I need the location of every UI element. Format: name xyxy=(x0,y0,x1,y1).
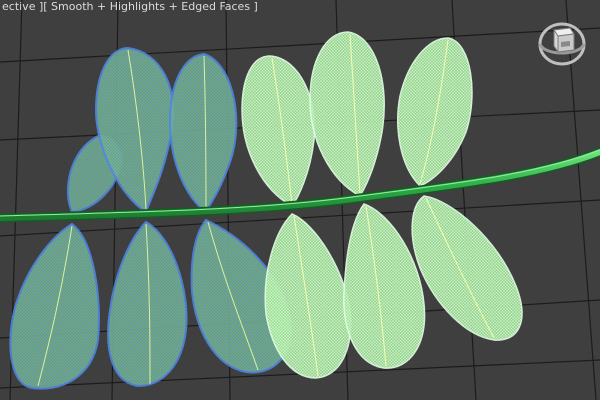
leaf[interactable] xyxy=(309,31,385,197)
viewcube-icon[interactable] xyxy=(536,16,588,68)
perspective-viewport[interactable]: ective ] [ Smooth + Highlights + Edged F… xyxy=(0,0,600,400)
leaf[interactable] xyxy=(168,52,238,214)
viewport-shading-label[interactable]: [ Smooth + Highlights + Edged Faces ] xyxy=(43,0,258,14)
viewport-label[interactable]: ective ] [ Smooth + Highlights + Edged F… xyxy=(2,0,258,14)
scene-canvas[interactable] xyxy=(0,0,600,400)
leaf[interactable] xyxy=(397,37,473,187)
leaf[interactable] xyxy=(9,222,100,390)
leaf[interactable] xyxy=(107,220,188,388)
leaf[interactable] xyxy=(411,195,523,341)
leaf[interactable] xyxy=(241,55,316,207)
viewport-view-label[interactable]: ective ] xyxy=(2,0,43,14)
